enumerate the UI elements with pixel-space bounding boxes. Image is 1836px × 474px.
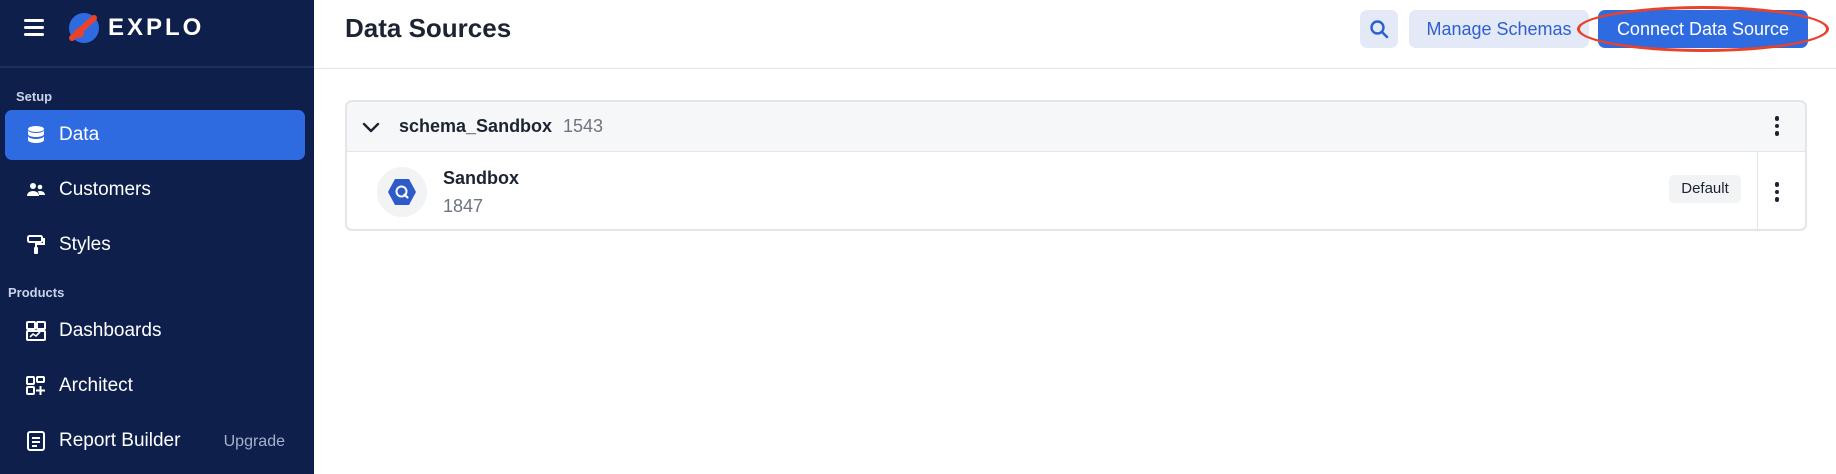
list-item[interactable]: Sandbox 1847 Default [347,153,1805,229]
row-actions-divider [1757,152,1758,229]
users-icon [27,183,45,196]
bigquery-icon [377,167,427,217]
search-button[interactable] [1360,10,1398,48]
manage-schemas-button[interactable]: Manage Schemas [1409,10,1589,48]
upgrade-badge[interactable]: Upgrade [224,432,285,452]
default-badge: Default [1669,175,1741,203]
sidebar-item-customers[interactable]: Customers [5,165,305,215]
sidebar: EXPLO Setup Data Customers Styles Produc… [0,0,314,474]
dashboard-icon [26,321,46,341]
sidebar-item-data[interactable]: Data [5,110,305,160]
sidebar-item-report-builder[interactable]: Report Builder Upgrade [5,416,305,466]
schema-more-options-icon[interactable] [1774,116,1780,138]
sidebar-item-label: Customers [59,179,151,200]
chevron-down-icon[interactable] [361,117,381,137]
page-title: Data Sources [345,13,512,43]
sidebar-item-label: Dashboards [59,320,162,341]
brand-name: EXPLO [108,14,205,41]
sidebar-item-architect[interactable]: Architect [5,361,305,411]
section-label-products: Products [8,285,65,300]
database-icon [28,126,44,143]
sidebar-item-label: Styles [59,234,111,255]
sidebar-item-dashboards[interactable]: Dashboards [5,306,305,356]
schema-name: schema_Sandbox [399,116,553,136]
schema-header[interactable]: schema_Sandbox 1543 [347,102,1805,152]
sidebar-item-label: Data [59,124,100,145]
source-more-options-icon[interactable] [1774,182,1780,204]
schema-count: 1543 [563,116,604,136]
header-divider [314,68,1836,69]
architect-icon [26,376,45,395]
connect-data-source-button[interactable]: Connect Data Source [1598,10,1808,48]
paint-roller-icon [27,235,45,254]
schema-card: schema_Sandbox 1543 Sandbox 1847 Default [345,100,1807,231]
source-id: 1847 [443,196,484,216]
sidebar-item-label: Architect [59,375,133,396]
source-name: Sandbox [443,168,520,188]
search-icon [1370,20,1389,39]
section-label-setup: Setup [16,89,53,104]
sidebar-item-styles[interactable]: Styles [5,220,305,270]
hamburger-menu-icon[interactable] [24,19,44,37]
brand-bar: EXPLO [0,0,314,68]
report-icon [27,431,45,451]
sidebar-item-label: Report Builder [59,430,181,451]
explo-logo-icon [69,13,99,43]
